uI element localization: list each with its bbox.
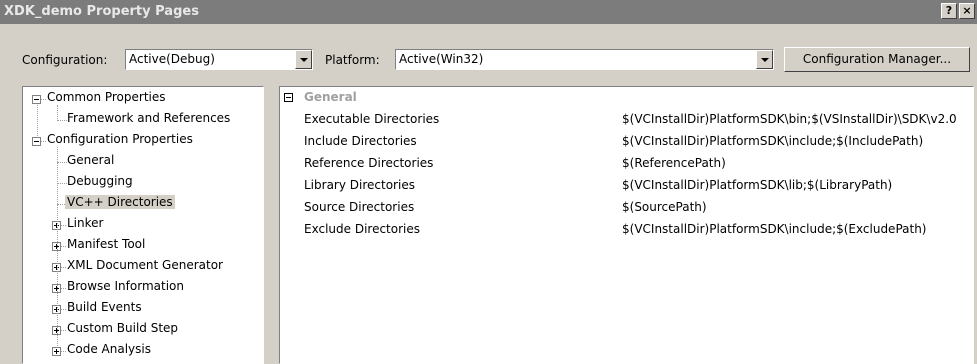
tree-item-label: Linker (67, 216, 104, 230)
window-title: XDK_demo Property Pages (4, 4, 199, 19)
tree-item[interactable]: Code Analysis (23, 341, 263, 361)
configuration-value: Active(Debug) (129, 52, 215, 66)
property-row[interactable]: Library Directories $(VCInstallDir)Platfo… (280, 175, 973, 197)
property-grid[interactable]: General Executable Directories $(VCInstal… (279, 86, 974, 364)
property-name: Exclude Directories (304, 222, 420, 236)
tree-connector (57, 105, 58, 121)
property-name: Library Directories (304, 178, 415, 192)
title-bar: XDK_demo Property Pages ? × (0, 0, 977, 24)
property-name: Source Directories (304, 200, 415, 214)
tree-item[interactable]: Common Properties (23, 89, 263, 109)
tree-item[interactable]: VC++ Directories (23, 194, 263, 214)
tree-item[interactable]: Custom Build Step (23, 320, 263, 340)
tree-item-label: Code Analysis (67, 342, 151, 356)
chevron-down-icon[interactable] (756, 50, 773, 69)
tree-item-label: Custom Build Step (67, 321, 179, 335)
property-row[interactable]: Include Directories $(VCInstallDir)Platfo… (280, 131, 973, 153)
tree-item-label: Common Properties (47, 90, 166, 104)
tree-item-label: Debugging (67, 174, 133, 188)
tree-item-label: XML Document Generator (67, 258, 223, 272)
property-name: Executable Directories (304, 112, 440, 126)
configuration-select[interactable]: Active(Debug) (125, 49, 313, 70)
configuration-label: Configuration: (22, 53, 108, 67)
property-name: Reference Directories (304, 156, 434, 170)
tree-connector (57, 147, 58, 346)
collapse-icon[interactable] (32, 137, 41, 146)
tree-item-label: Configuration Properties (47, 132, 193, 146)
property-value[interactable]: $(VCInstallDir)PlatformSDK\include;$(Inc… (622, 134, 923, 148)
property-row[interactable]: Source Directories $(SourcePath) (280, 197, 973, 219)
property-tree[interactable]: Common Properties Framework and Reference… (22, 86, 264, 364)
configuration-manager-button[interactable]: Configuration Manager... (784, 47, 970, 72)
help-icon: ? (945, 4, 953, 17)
tree-item-label: Framework and References (67, 111, 231, 125)
help-button[interactable]: ? (941, 3, 957, 19)
platform-label: Platform: (325, 53, 380, 67)
tree-connector (37, 105, 38, 136)
property-value[interactable]: $(SourcePath) (622, 200, 707, 214)
tree-item[interactable]: XML Document Generator (23, 257, 263, 277)
tree-item[interactable]: Browse Information (23, 278, 263, 298)
tree-item[interactable]: Linker (23, 215, 263, 235)
tree-item-label: General (67, 153, 115, 167)
property-value[interactable]: $(VCInstallDir)PlatformSDK\include;$(Exc… (622, 222, 926, 236)
collapse-icon[interactable] (284, 93, 293, 102)
property-value[interactable]: $(ReferencePath) (622, 156, 726, 170)
property-value[interactable]: $(VCInstallDir)PlatformSDK\bin;$(VSInsta… (622, 112, 957, 126)
chevron-down-icon[interactable] (295, 50, 312, 69)
property-row[interactable]: Executable Directories $(VCInstallDir)Pla… (280, 109, 973, 131)
platform-value: Active(Win32) (399, 52, 484, 66)
tree-item-label: Browse Information (67, 279, 184, 293)
tree-item-label: VC++ Directories (65, 195, 175, 209)
property-row[interactable]: Exclude Directories $(VCInstallDir)Platfo… (280, 219, 973, 241)
close-button[interactable]: × (959, 3, 975, 19)
tree-item[interactable]: Manifest Tool (23, 236, 263, 256)
tree-item[interactable]: Build Events (23, 299, 263, 319)
tree-item[interactable]: General (23, 152, 263, 172)
close-icon: × (962, 4, 972, 17)
collapse-icon[interactable] (32, 95, 41, 104)
property-row[interactable]: Reference Directories $(ReferencePath) (280, 153, 973, 175)
property-value[interactable]: $(VCInstallDir)PlatformSDK\lib;$(Library… (622, 178, 892, 192)
tree-item[interactable]: Configuration Properties (23, 131, 263, 151)
section-title: General (304, 90, 357, 104)
property-name: Include Directories (304, 134, 417, 148)
tree-item-label: Build Events (67, 300, 142, 314)
tree-item[interactable]: Debugging (23, 173, 263, 193)
platform-select[interactable]: Active(Win32) (395, 49, 774, 70)
tree-item-label: Manifest Tool (67, 237, 146, 251)
expand-icon[interactable] (52, 347, 61, 356)
tree-item[interactable]: Framework and References (23, 110, 263, 130)
section-header-general[interactable]: General (280, 87, 973, 109)
